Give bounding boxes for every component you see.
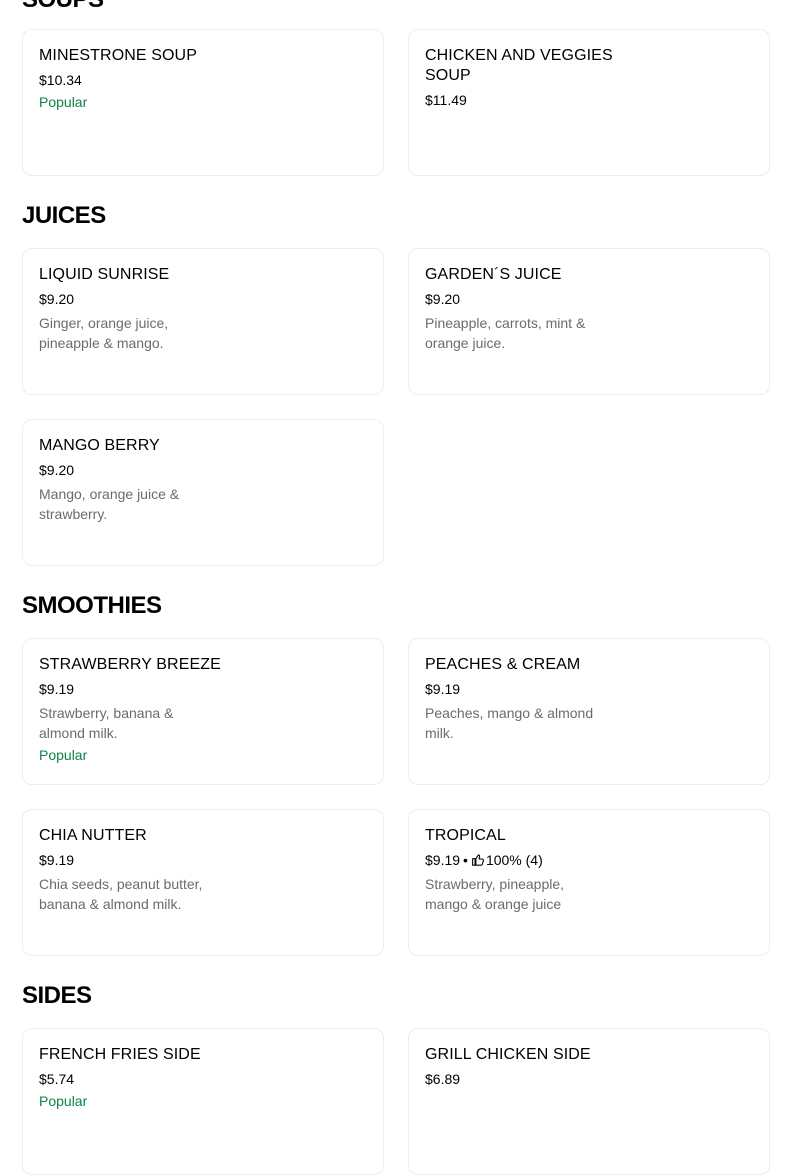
section-title-smoothies: SMOOTHIES [22,592,162,619]
item-price: $5.74 [39,1071,75,1087]
section-title-sides: SIDES [22,982,92,1009]
item-name: GRILL CHICKEN SIDE [425,1046,591,1063]
menu-item-card-chicken-and-veggies-soup[interactable]: CHICKEN AND VEGGIES SOUP $11.49 [408,29,770,176]
item-price: $9.19 [39,852,75,868]
popular-badge: Popular [39,747,88,763]
item-description: Strawberry, pineapple, mango & orange ju… [425,876,565,912]
menu-item-card-grill-chicken-side[interactable]: GRILL CHICKEN SIDE $6.89 [408,1028,770,1175]
item-description: Strawberry, banana & almond milk. [39,705,174,741]
menu-item-card-chia-nutter[interactable]: CHIA NUTTER $9.19 Chia seeds, peanut but… [22,809,384,956]
menu-item-card-strawberry-breeze[interactable]: STRAWBERRY BREEZE $9.19 Strawberry, bana… [22,638,384,785]
popular-badge: Popular [39,94,88,110]
item-description: Ginger, orange juice, pineapple & mango. [39,315,169,351]
menu-item-card-peaches-and-cream[interactable]: PEACHES & CREAM $9.19 Peaches, mango & a… [408,638,770,785]
item-name: GARDEN´S JUICE [425,266,562,283]
item-name: FRENCH FRIES SIDE [39,1046,201,1063]
item-price: $9.20 [39,462,75,478]
item-name: PEACHES & CREAM [425,656,581,673]
item-name: TROPICAL [425,827,506,844]
item-name: STRAWBERRY BREEZE [39,656,221,673]
menu-item-card-french-fries-side[interactable]: FRENCH FRIES SIDE $5.74 Popular [22,1028,384,1175]
item-price-row: $9.19 • 100% (4) [425,850,625,870]
item-description: Mango, orange juice & strawberry. [39,486,180,522]
item-price: $9.20 [39,291,75,307]
item-name: LIQUID SUNRISE [39,266,170,283]
menu-item-card-liquid-sunrise[interactable]: LIQUID SUNRISE $9.20 Ginger, orange juic… [22,248,384,395]
item-name: MANGO BERRY [39,437,160,454]
item-name: MINESTRONE SOUP [39,47,197,64]
menu-item-card-mango-berry[interactable]: MANGO BERRY $9.20 Mango, orange juice & … [22,419,384,566]
menu-page: SOUPS MINESTRONE SOUP $10.34 Popular CHI… [0,0,804,1175]
popular-badge: Popular [39,1093,88,1109]
item-price: $9.20 [425,291,461,307]
thumbs-up-icon [472,854,484,866]
item-price: $11.49 [425,92,467,108]
item-name: CHICKEN AND VEGGIES SOUP [425,47,613,84]
separator-dot: • [463,852,468,868]
item-description: Pineapple, carrots, mint & orange juice. [425,315,586,351]
item-price: $9.19 [39,681,75,697]
item-description: Chia seeds, peanut butter, banana & almo… [39,876,203,912]
item-price: $10.34 [39,72,82,88]
menu-item-card-tropical[interactable]: TROPICAL $9.19 • 100% (4) Strawberry, pine… [408,809,770,956]
item-description: Peaches, mango & almond milk. [425,705,594,741]
menu-item-card-minestrone-soup[interactable]: MINESTRONE SOUP $10.34 Popular [22,29,384,176]
section-title-juices: JUICES [22,202,106,229]
item-name: CHIA NUTTER [39,827,147,844]
section-title-soups: SOUPS [22,0,104,14]
item-price: $9.19 [425,852,461,868]
item-price: $6.89 [425,1071,461,1087]
item-price: $9.19 [425,681,461,697]
item-rating: 100% (4) [485,852,543,868]
menu-item-card-gardens-juice[interactable]: GARDEN´S JUICE $9.20 Pineapple, carrots,… [408,248,770,395]
